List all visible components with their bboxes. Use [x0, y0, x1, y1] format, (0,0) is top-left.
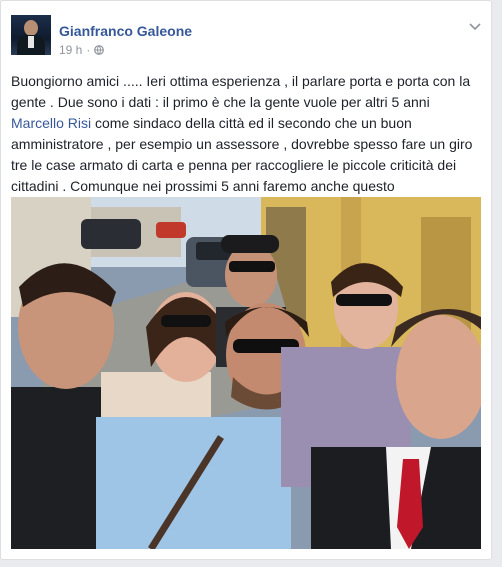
- author-name-link[interactable]: Gianfranco Galeone: [59, 23, 192, 39]
- group-selfie-photo[interactable]: [11, 197, 481, 549]
- avatar-head: [24, 20, 38, 36]
- meta-separator: ·: [86, 43, 91, 57]
- mention-link[interactable]: Marcello Risi: [11, 115, 91, 131]
- post-timestamp[interactable]: 19 h: [59, 43, 82, 57]
- chevron-down-icon[interactable]: [469, 23, 481, 31]
- photo-illustration: [11, 197, 481, 549]
- post-text: Buongiorno amici ..... Ieri ottima esper…: [11, 71, 485, 197]
- avatar-shirt: [28, 36, 34, 48]
- post-text-part1: Buongiorno amici ..... Ieri ottima esper…: [11, 73, 471, 110]
- author-avatar[interactable]: [11, 15, 51, 55]
- globe-icon[interactable]: [94, 45, 105, 55]
- post-card: Gianfranco Galeone 19 h · Buongiorno ami…: [0, 0, 492, 560]
- post-meta: 19 h ·: [59, 43, 105, 57]
